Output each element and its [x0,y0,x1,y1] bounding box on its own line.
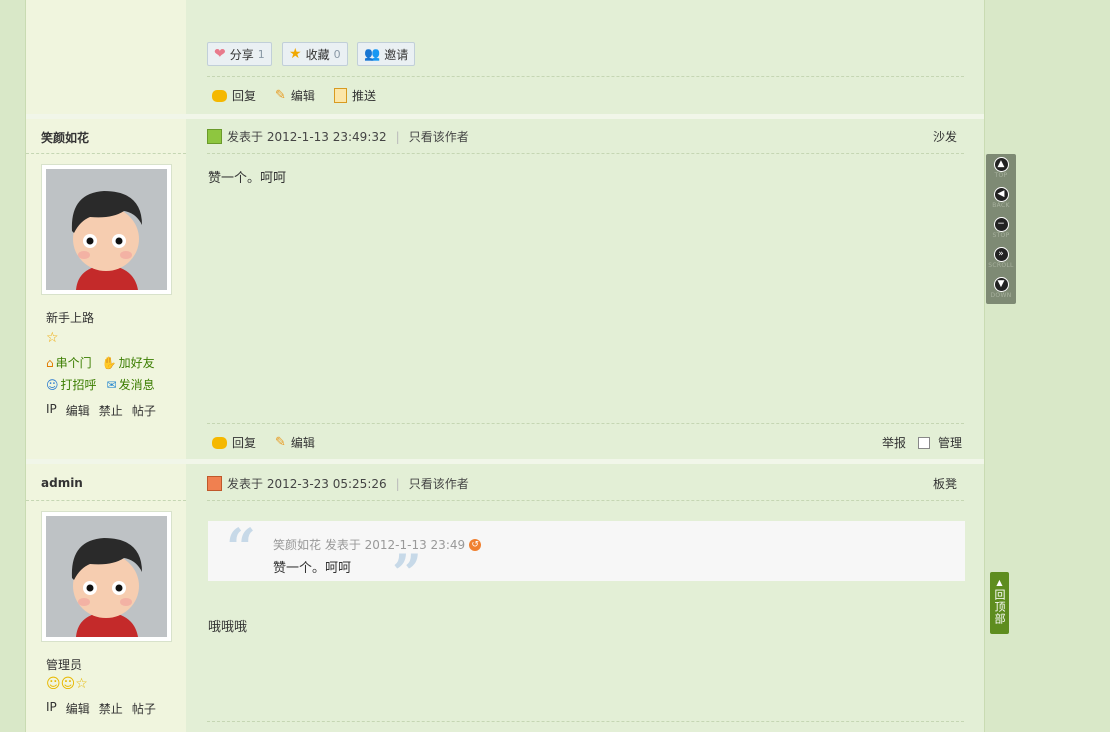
post1-body: 发表于 2012-1-13 23:49:32 | 只看该作者 沙发 赞一个。呵呵… [188,119,984,459]
sun-icon: ☺ [60,676,76,692]
ip-link[interactable]: IP [46,700,57,717]
floor-number[interactable]: 沙发 [933,128,957,145]
star-icon: ☆ [75,676,88,692]
admin-links: IP 编辑 禁止 帖子 [46,402,156,419]
post-header: 发表于 2012-3-23 05:25:26 | 只看该作者 [207,475,469,492]
posts-link[interactable]: 帖子 [132,700,156,717]
user-links-row2: ☺ 打招呼 ✉ 发消息 [46,376,155,393]
post-header: 发表于 2012-1-13 23:49:32 | 只看该作者 [207,128,469,145]
ban-link[interactable]: 禁止 [99,402,123,419]
star-icon: ☆ [46,330,59,346]
prev-post-body: ❤ 分享 1 ★ 收藏 0 👥 邀请 回复 ✎ 编辑 推送 [188,0,984,116]
share-button[interactable]: ❤ 分享 1 [207,42,272,66]
divider [207,153,964,154]
scroll-down-button[interactable]: ▼ DOWN [986,277,1016,299]
chevron-down-icon: ▼ [993,277,1009,292]
quote-author-line: 笑颜如花 发表于 2012-1-13 23:49 ↺ [273,536,482,553]
online-status-icon [207,129,222,144]
greet-link[interactable]: ☺ 打招呼 [46,376,97,393]
only-author-link[interactable]: 只看该作者 [409,128,469,145]
user-group: 管理员 [46,658,83,672]
prev-post-sidebar [26,0,186,116]
avatar[interactable] [41,164,172,295]
author-name[interactable]: 笑颜如花 [41,129,89,146]
handshake-icon: ✋ [101,355,117,370]
favorite-button[interactable]: ★ 收藏 0 [282,42,348,66]
back-to-top-label: 回顶部 [993,589,1006,625]
admin-links: IP 编辑 禁止 帖子 [46,700,156,717]
divider [207,500,964,501]
edit-user-link[interactable]: 编辑 [66,402,90,419]
add-friend-link[interactable]: ✋ 加好友 [102,354,155,371]
home-icon: ⌂ [46,355,54,370]
thread-container: ❤ 分享 1 ★ 收藏 0 👥 邀请 回复 ✎ 编辑 推送 笑颜如花 新手上路 … [25,0,985,732]
ban-link[interactable]: 禁止 [99,700,123,717]
reply-icon [212,89,227,102]
report-button[interactable]: 举报 [882,434,906,451]
avatar-image [46,516,167,637]
chevron-up-icon: ▲ [993,157,1009,172]
offline-status-icon [207,476,222,491]
manage-checkbox[interactable]: 管理 [918,434,962,451]
push-icon [334,88,347,103]
scroll-stop-button[interactable]: − STOP [986,217,1016,239]
post-content: 哦哦哦 [208,620,248,635]
edit-button[interactable]: ✎ 编辑 [275,434,315,451]
quote-text: 赞一个。呵呵 [273,561,352,576]
checkbox[interactable] [918,436,930,449]
rank-icons: ☺☺☆ [46,676,88,692]
auto-scroll-button[interactable]: » SCROLL [986,247,1016,269]
divider [26,153,186,154]
heart-icon: ❤ [214,46,226,62]
only-author-link[interactable]: 只看该作者 [409,475,469,492]
reply-icon [212,436,227,449]
star-icon: ★ [289,46,302,62]
chevron-left-icon: ◀ [993,187,1009,202]
user-group: 新手上路 [46,311,95,325]
close-quote-icon: ” [392,544,422,605]
avatar-image [46,169,167,290]
double-chevron-down-icon: » [993,247,1009,262]
mail-icon: ✉ [106,377,117,392]
divider [207,721,964,722]
users-icon: 👥 [364,46,381,62]
visit-home-link[interactable]: ⌂ 串个门 [46,354,92,371]
edit-button[interactable]: ✎ 编辑 [275,87,315,104]
avatar[interactable] [41,511,172,642]
post2-author-panel: admin 管理员 ☺☺☆ IP 编辑 禁止 帖子 [26,464,186,732]
reply-button[interactable]: 回复 [212,87,256,104]
post2-body: 发表于 2012-3-23 05:25:26 | 只看该作者 板凳 “ 笑颜如花… [188,464,984,732]
pencil-icon: ✎ [275,88,286,103]
edit-user-link[interactable]: 编辑 [66,700,90,717]
ip-link[interactable]: IP [46,402,57,419]
post1-author-panel: 笑颜如花 新手上路 ☆ ⌂ 串个门 ✋ 加好友 ☺ 打招呼 ✉ 发消息 IP 编… [26,119,186,459]
reply-button[interactable]: 回复 [212,434,256,451]
scroll-back-button[interactable]: ◀ BACK [986,187,1016,209]
back-to-top-button[interactable]: ▲ 回顶部 [990,572,1009,634]
arrow-up-icon: ▲ [996,578,1003,587]
sun-icon: ☺ [46,676,61,692]
author-name[interactable]: admin [41,476,83,490]
quote-block: “ 笑颜如花 发表于 2012-1-13 23:49 ↺ 赞一个。呵呵 ” [208,518,965,601]
floor-number[interactable]: 板凳 [933,475,957,492]
divider [207,76,964,77]
open-quote-icon: “ [226,518,256,579]
scroll-top-button[interactable]: ▲ TOP [986,157,1016,179]
user-links-row1: ⌂ 串个门 ✋ 加好友 [46,354,155,371]
minus-icon: − [993,217,1009,232]
greet-icon: ☺ [46,377,59,392]
jump-to-post-icon[interactable]: ↺ [469,538,482,551]
divider [26,500,186,501]
post-content: 赞一个。呵呵 [208,171,287,186]
posts-link[interactable]: 帖子 [132,402,156,419]
scroll-control-panel: ▲ TOP ◀ BACK − STOP » SCROLL ▼ DOWN [986,154,1016,304]
pencil-icon: ✎ [275,435,286,450]
divider [207,423,964,424]
push-button[interactable]: 推送 [334,87,376,104]
invite-button[interactable]: 👥 邀请 [357,42,416,66]
send-message-link[interactable]: ✉ 发消息 [107,376,155,393]
